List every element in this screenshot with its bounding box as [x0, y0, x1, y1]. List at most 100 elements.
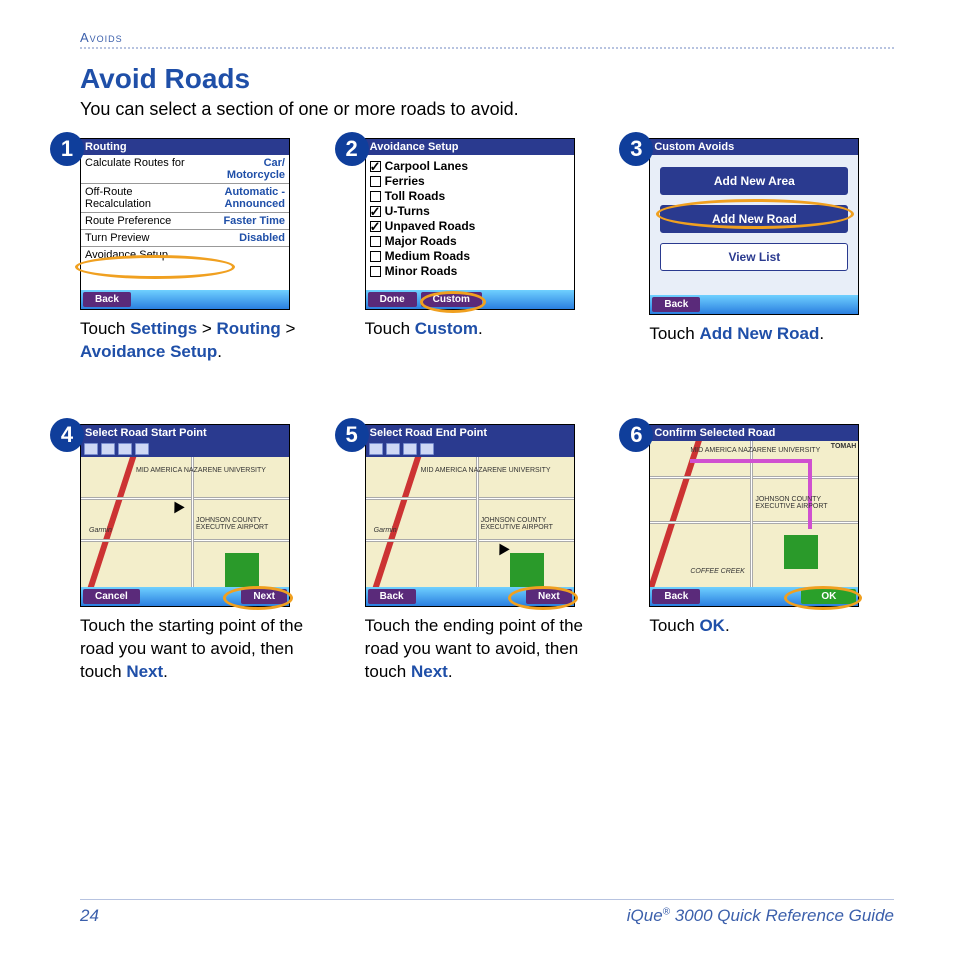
check-item[interactable]: Unpaved Roads — [370, 219, 570, 233]
next-button[interactable]: Next — [241, 589, 287, 604]
check-label: Medium Roads — [385, 249, 470, 263]
setting-value: Disabled — [239, 232, 285, 244]
back-button[interactable]: Back — [83, 292, 131, 307]
map-toolbar — [81, 441, 289, 457]
setting-row[interactable]: Calculate Routes forCar/ Motorcycle — [81, 155, 289, 184]
ok-button[interactable]: OK — [801, 589, 856, 604]
check-label: Carpool Lanes — [385, 159, 468, 173]
zoom-out-icon[interactable] — [386, 443, 400, 455]
button-stack: Add New Area Add New Road View List — [650, 155, 858, 295]
next-button[interactable]: Next — [526, 589, 572, 604]
checkbox-icon[interactable] — [370, 221, 381, 232]
map-label: JOHNSON COUNTY EXECUTIVE AIRPORT — [481, 517, 574, 531]
screen-title: Confirm Selected Road — [650, 425, 858, 441]
screen-title: Select Road End Point — [366, 425, 574, 441]
map-toolbar — [366, 441, 574, 457]
tool-icon[interactable] — [369, 443, 383, 455]
map-label: JOHNSON COUNTY EXECUTIVE AIRPORT — [755, 496, 858, 510]
setting-row[interactable]: Avoidance Setup — [81, 247, 289, 263]
map-label: TOMAH — [831, 443, 857, 450]
screen-footer: Done Custom — [366, 290, 574, 309]
check-item[interactable]: Major Roads — [370, 234, 570, 248]
add-new-area-button[interactable]: Add New Area — [660, 167, 848, 195]
setting-value: Automatic - Announced — [225, 186, 286, 210]
setting-label: Off-Route Recalculation — [85, 186, 151, 210]
check-item[interactable]: Carpool Lanes — [370, 159, 570, 173]
step-badge: 1 — [50, 132, 84, 166]
back-button[interactable]: Back — [652, 297, 700, 312]
setting-label: Avoidance Setup — [85, 249, 168, 261]
setting-value: Car/ Motorcycle — [227, 157, 285, 181]
screen-footer: Back — [81, 290, 289, 309]
add-new-road-button[interactable]: Add New Road — [660, 205, 848, 233]
zoom-in-icon[interactable] — [403, 443, 417, 455]
screen-title: Avoidance Setup — [366, 139, 574, 155]
step-caption: Touch the starting point of the road you… — [80, 615, 325, 684]
step-1: 1 Routing Calculate Routes forCar/ Motor… — [80, 138, 325, 364]
checkbox-icon[interactable] — [370, 266, 381, 277]
done-button[interactable]: Done — [368, 292, 417, 307]
checkbox-icon[interactable] — [370, 251, 381, 262]
step-caption: Touch Settings > Routing > Avoidance Set… — [80, 318, 325, 364]
check-item[interactable]: U-Turns — [370, 204, 570, 218]
back-button[interactable]: Back — [652, 589, 700, 604]
section-header: Avoids — [80, 30, 894, 45]
custom-button[interactable]: Custom — [421, 292, 482, 307]
footer-product: iQue® 3000 Quick Reference Guide — [627, 906, 894, 926]
setting-row[interactable]: Off-Route Recalculation Automatic - Annou… — [81, 184, 289, 213]
view-list-button[interactable]: View List — [660, 243, 848, 271]
screen-footer: Back OK — [650, 587, 858, 606]
map-label: MID AMERICA NAZARENE UNIVERSITY — [136, 467, 266, 474]
check-label: Ferries — [385, 174, 425, 188]
intro-text: You can select a section of one or more … — [80, 99, 894, 120]
setting-value: Faster Time — [223, 215, 285, 227]
info-icon[interactable] — [420, 443, 434, 455]
checkbox-icon[interactable] — [370, 161, 381, 172]
checkbox-icon[interactable] — [370, 206, 381, 217]
checkbox-icon[interactable] — [370, 191, 381, 202]
step-caption: Touch Custom. — [365, 318, 610, 341]
map-view[interactable]: MID AMERICA NAZARENE UNIVERSITY JOHNSON … — [366, 457, 574, 587]
zoom-in-icon[interactable] — [118, 443, 132, 455]
step-badge: 6 — [619, 418, 653, 452]
avoidance-checklist: Carpool Lanes Ferries Toll Roads U-Turns… — [366, 155, 574, 290]
avoidance-setup-screen: Avoidance Setup Carpool Lanes Ferries To… — [365, 138, 575, 310]
map-label: Garmin — [89, 527, 112, 534]
setting-row[interactable]: Route PreferenceFaster Time — [81, 213, 289, 230]
tool-icon[interactable] — [84, 443, 98, 455]
checkbox-icon[interactable] — [370, 236, 381, 247]
step-badge: 4 — [50, 418, 84, 452]
check-label: Minor Roads — [385, 264, 458, 278]
check-item[interactable]: Minor Roads — [370, 264, 570, 278]
check-label: Major Roads — [385, 234, 457, 248]
step-badge: 2 — [335, 132, 369, 166]
screen-title: Routing — [81, 139, 289, 155]
map-view[interactable]: MID AMERICA NAZARENE UNIVERSITY JOHNSON … — [81, 457, 289, 587]
page-title: Avoid Roads — [80, 63, 894, 95]
screen-title: Select Road Start Point — [81, 425, 289, 441]
screen-footer: Back — [650, 295, 858, 314]
cancel-button[interactable]: Cancel — [83, 589, 140, 604]
custom-avoids-screen: Custom Avoids Add New Area Add New Road … — [649, 138, 859, 315]
checkbox-icon[interactable] — [370, 176, 381, 187]
settings-list: Calculate Routes forCar/ Motorcycle Off-… — [81, 155, 289, 290]
check-label: U-Turns — [385, 204, 430, 218]
map-label: MID AMERICA NAZARENE UNIVERSITY — [690, 447, 820, 454]
zoom-out-icon[interactable] — [101, 443, 115, 455]
check-item[interactable]: Toll Roads — [370, 189, 570, 203]
page-number: 24 — [80, 906, 99, 926]
page-footer: 24 iQue® 3000 Quick Reference Guide — [80, 899, 894, 926]
steps-row-2: 4 Select Road Start Point MID AMERICA NA… — [80, 424, 894, 684]
setting-row[interactable]: Turn PreviewDisabled — [81, 230, 289, 247]
check-item[interactable]: Medium Roads — [370, 249, 570, 263]
cursor-icon — [169, 499, 184, 514]
map-label: MID AMERICA NAZARENE UNIVERSITY — [421, 467, 551, 474]
map-label: Garmin — [374, 527, 397, 534]
step-5: 5 Select Road End Point MID AMERICA NAZA… — [365, 424, 610, 684]
check-item[interactable]: Ferries — [370, 174, 570, 188]
end-point-screen: Select Road End Point MID AMERICA NAZARE… — [365, 424, 575, 607]
info-icon[interactable] — [135, 443, 149, 455]
map-label: JOHNSON COUNTY EXECUTIVE AIRPORT — [196, 517, 289, 531]
back-button[interactable]: Back — [368, 589, 416, 604]
map-view[interactable]: MID AMERICA NAZARENE UNIVERSITY JOHNSON … — [650, 441, 858, 587]
